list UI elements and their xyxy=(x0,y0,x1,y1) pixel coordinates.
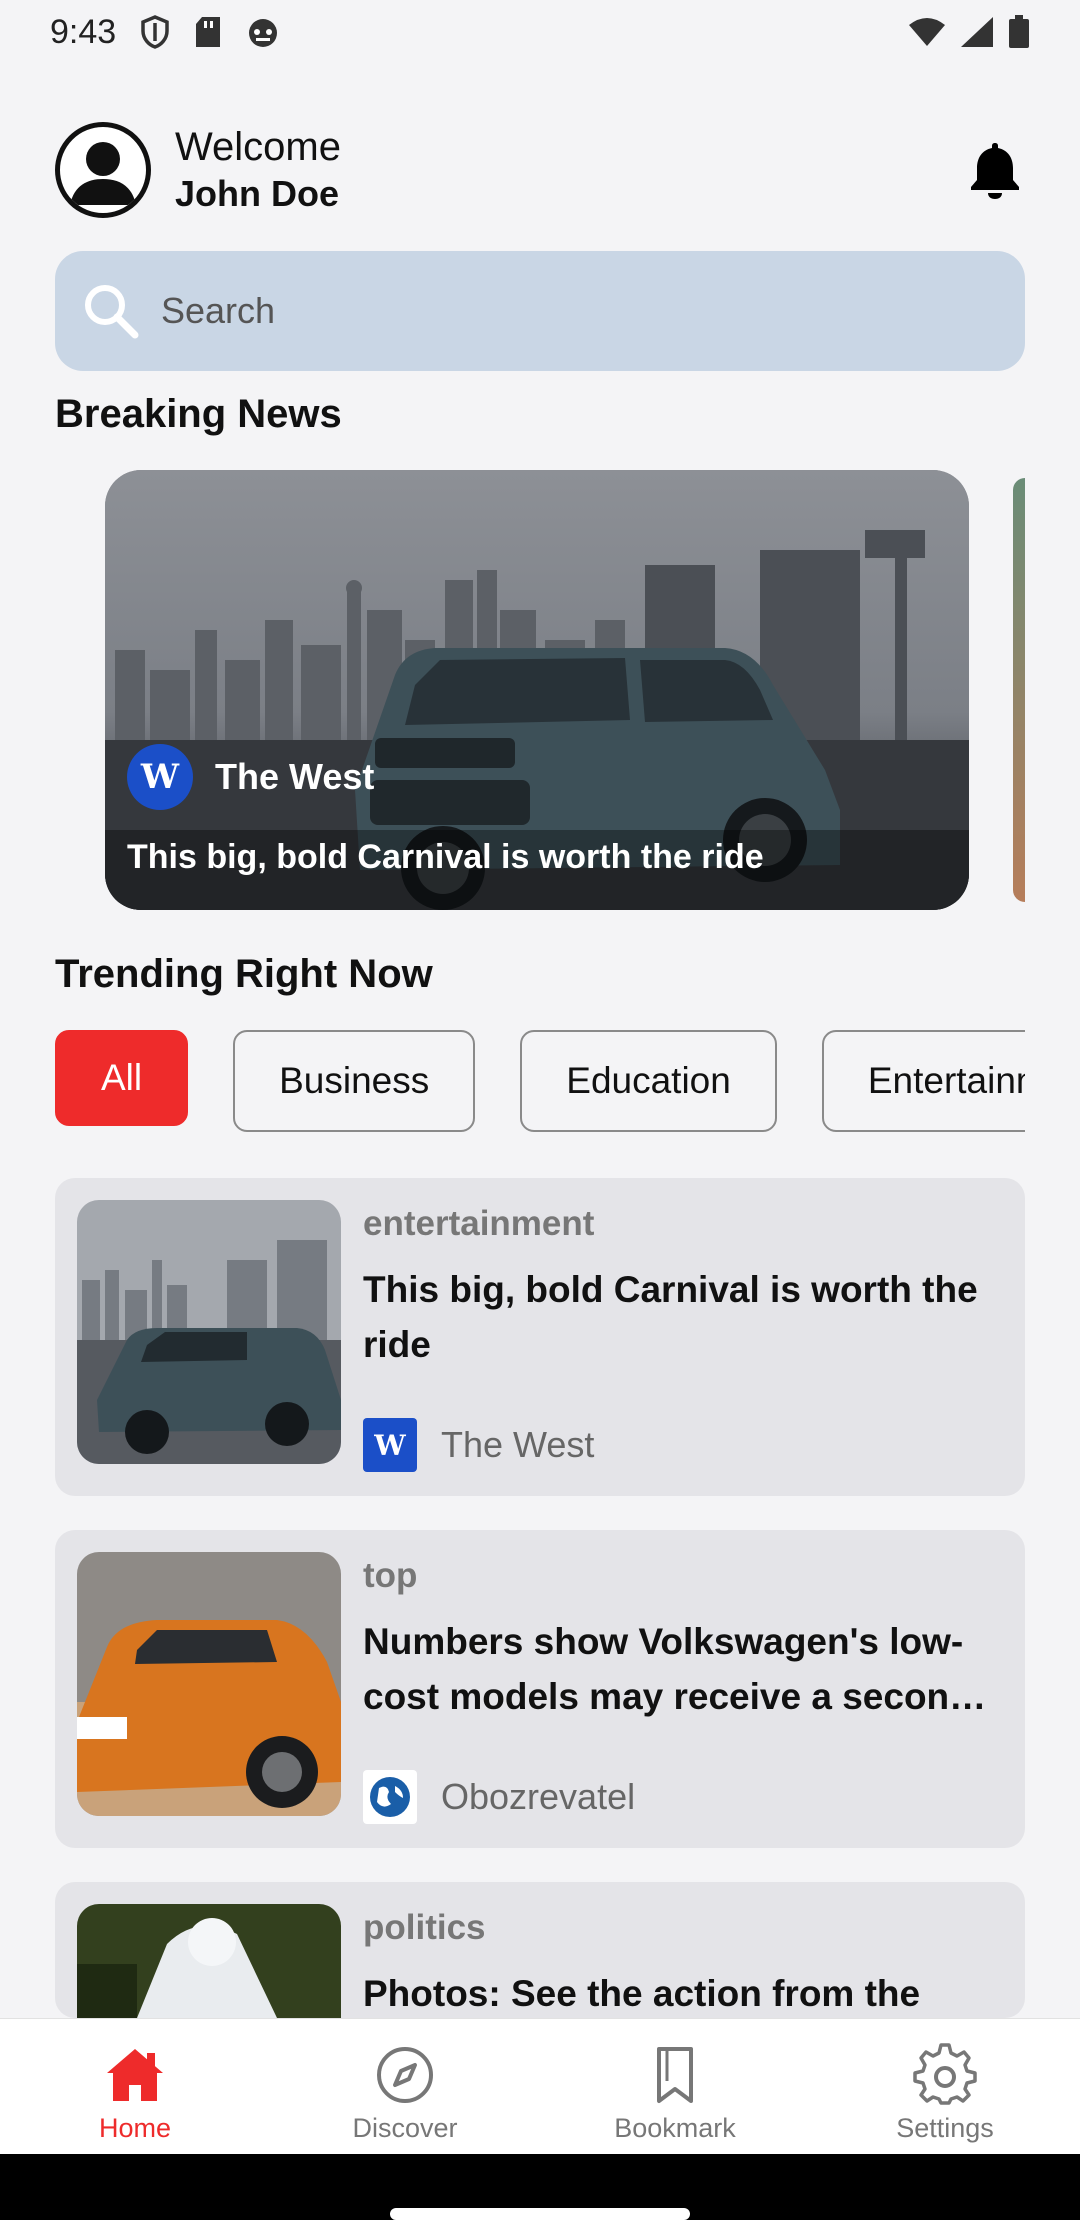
header: Welcome John Doe xyxy=(55,120,1025,220)
nav-home-label: Home xyxy=(98,2113,172,2143)
breaking-news-title: Breaking News xyxy=(55,392,342,436)
news-source: W The West xyxy=(363,1418,594,1472)
welcome-text: Welcome xyxy=(175,124,341,169)
news-source-name: Obozrevatel xyxy=(441,1776,636,1817)
status-bar: 9:43 xyxy=(0,0,1080,64)
news-card[interactable]: top Numbers show Volkswagen's low-cost m… xyxy=(55,1530,1025,1848)
breaking-source: W The West xyxy=(127,744,374,810)
chip-entertainment[interactable]: Entertainment xyxy=(821,1030,1025,1132)
sd-card-icon xyxy=(194,16,222,48)
news-thumbnail xyxy=(77,1200,341,1464)
search-icon xyxy=(85,285,139,339)
compass-icon xyxy=(377,2047,433,2103)
bookmark-icon xyxy=(657,2047,693,2103)
bottom-navigation: Home Discover Bookmark Settings xyxy=(0,2018,1080,2154)
breaking-news-next-card[interactable] xyxy=(1013,478,1025,902)
news-source-name: The West xyxy=(441,1424,595,1465)
news-source: Obozrevatel xyxy=(363,1770,635,1824)
trending-title: Trending Right Now xyxy=(55,952,433,996)
news-body: top Numbers show Volkswagen's low-cost m… xyxy=(363,1556,1008,1724)
home-icon xyxy=(107,2049,163,2101)
news-thumbnail xyxy=(77,1904,341,2018)
news-category: top xyxy=(363,1556,418,1595)
avatar[interactable] xyxy=(55,122,151,218)
search-bar[interactable] xyxy=(55,251,1025,371)
search-input[interactable] xyxy=(161,290,981,332)
nav-settings[interactable]: Settings xyxy=(810,2019,1080,2154)
nav-discover[interactable]: Discover xyxy=(270,2019,540,2154)
bell-icon xyxy=(971,143,1019,199)
battery-icon xyxy=(1008,15,1030,49)
chip-education[interactable]: Education xyxy=(520,1030,777,1132)
welcome-block: Welcome John Doe xyxy=(175,123,341,218)
status-time: 9:43 xyxy=(50,12,117,51)
nav-discover-label: Discover xyxy=(352,2113,458,2143)
signal-icon xyxy=(960,16,994,48)
breaking-news-card[interactable]: W The West This big, bold Carnival is wo… xyxy=(105,470,969,910)
nav-settings-label: Settings xyxy=(896,2113,994,2143)
nav-bookmark-label: Bookmark xyxy=(614,2113,736,2143)
notification-button[interactable] xyxy=(965,140,1025,200)
category-chips: All Business Education Entertainment xyxy=(55,1030,1025,1134)
gesture-handle[interactable] xyxy=(390,2208,690,2220)
news-card[interactable]: entertainment This big, bold Carnival is… xyxy=(55,1178,1025,1496)
robot-icon xyxy=(246,16,280,48)
nav-home[interactable]: Home xyxy=(0,2019,270,2154)
news-body: entertainment This big, bold Carnival is… xyxy=(363,1204,1008,1372)
the-west-logo: W xyxy=(127,744,193,810)
breaking-headline: This big, bold Carnival is worth the rid… xyxy=(127,838,764,876)
globe-icon xyxy=(363,1770,417,1824)
user-icon xyxy=(70,142,136,205)
news-category: politics xyxy=(363,1908,486,1947)
the-west-logo: W xyxy=(363,1418,417,1472)
gear-icon xyxy=(913,2043,977,2105)
news-thumbnail xyxy=(77,1552,341,1816)
news-title: Numbers show Volkswagen's low-cost model… xyxy=(363,1621,972,1717)
news-category: entertainment xyxy=(363,1204,595,1243)
nav-bookmark[interactable]: Bookmark xyxy=(540,2019,810,2154)
breaking-source-name: The West xyxy=(215,756,375,797)
news-title: Photos: See the action from the xyxy=(363,1973,921,2014)
chip-all[interactable]: All xyxy=(55,1030,189,1126)
shield-icon xyxy=(140,15,170,49)
news-body: politics Photos: See the action from the xyxy=(363,1908,1008,2018)
user-name: John Doe xyxy=(175,172,340,214)
news-card[interactable]: politics Photos: See the action from the xyxy=(55,1882,1025,2018)
chip-business[interactable]: Business xyxy=(233,1030,476,1132)
news-title: This big, bold Carnival is worth the rid… xyxy=(363,1269,978,1365)
wifi-icon xyxy=(908,17,946,47)
